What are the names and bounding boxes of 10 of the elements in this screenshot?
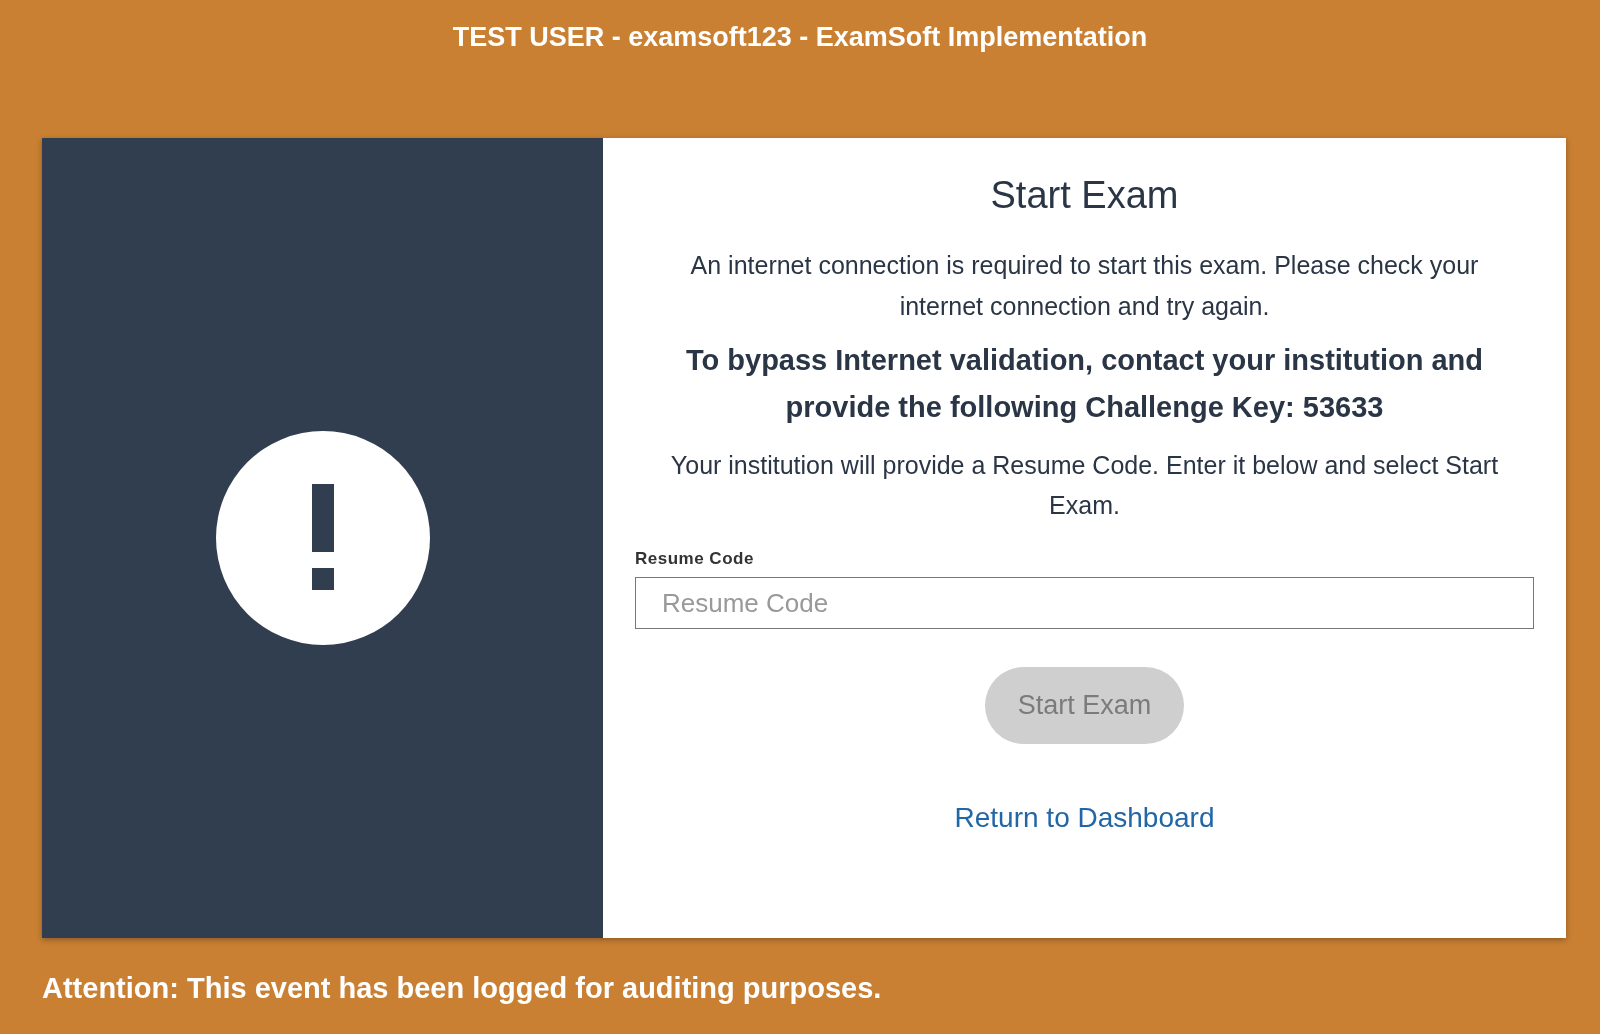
exclamation-icon [215, 431, 430, 645]
resume-code-field[interactable]: Resume Code [635, 577, 1534, 629]
field-label: Resume Code [635, 549, 754, 569]
header-title: TEST USER - examsoft123 - ExamSoft Implementation [451, 21, 1149, 54]
message-text: An internet connection is required to start this exam. Please check your internet connection and try again. [689, 250, 1480, 322]
attention-text: Attention: This event has been logged for auditing purposes. [42, 972, 883, 1005]
dialog-title: Start Exam [990, 174, 1179, 217]
instructions-text: Your institution will provide a Resume Code. Enter it below and select Start Exam. [669, 450, 1500, 521]
return-link[interactable]: Return to Dashboard [954, 802, 1215, 834]
bypass-text: To bypass Internet validation, contact your institution and provide the following Challenge Key: 53633 [684, 343, 1484, 425]
